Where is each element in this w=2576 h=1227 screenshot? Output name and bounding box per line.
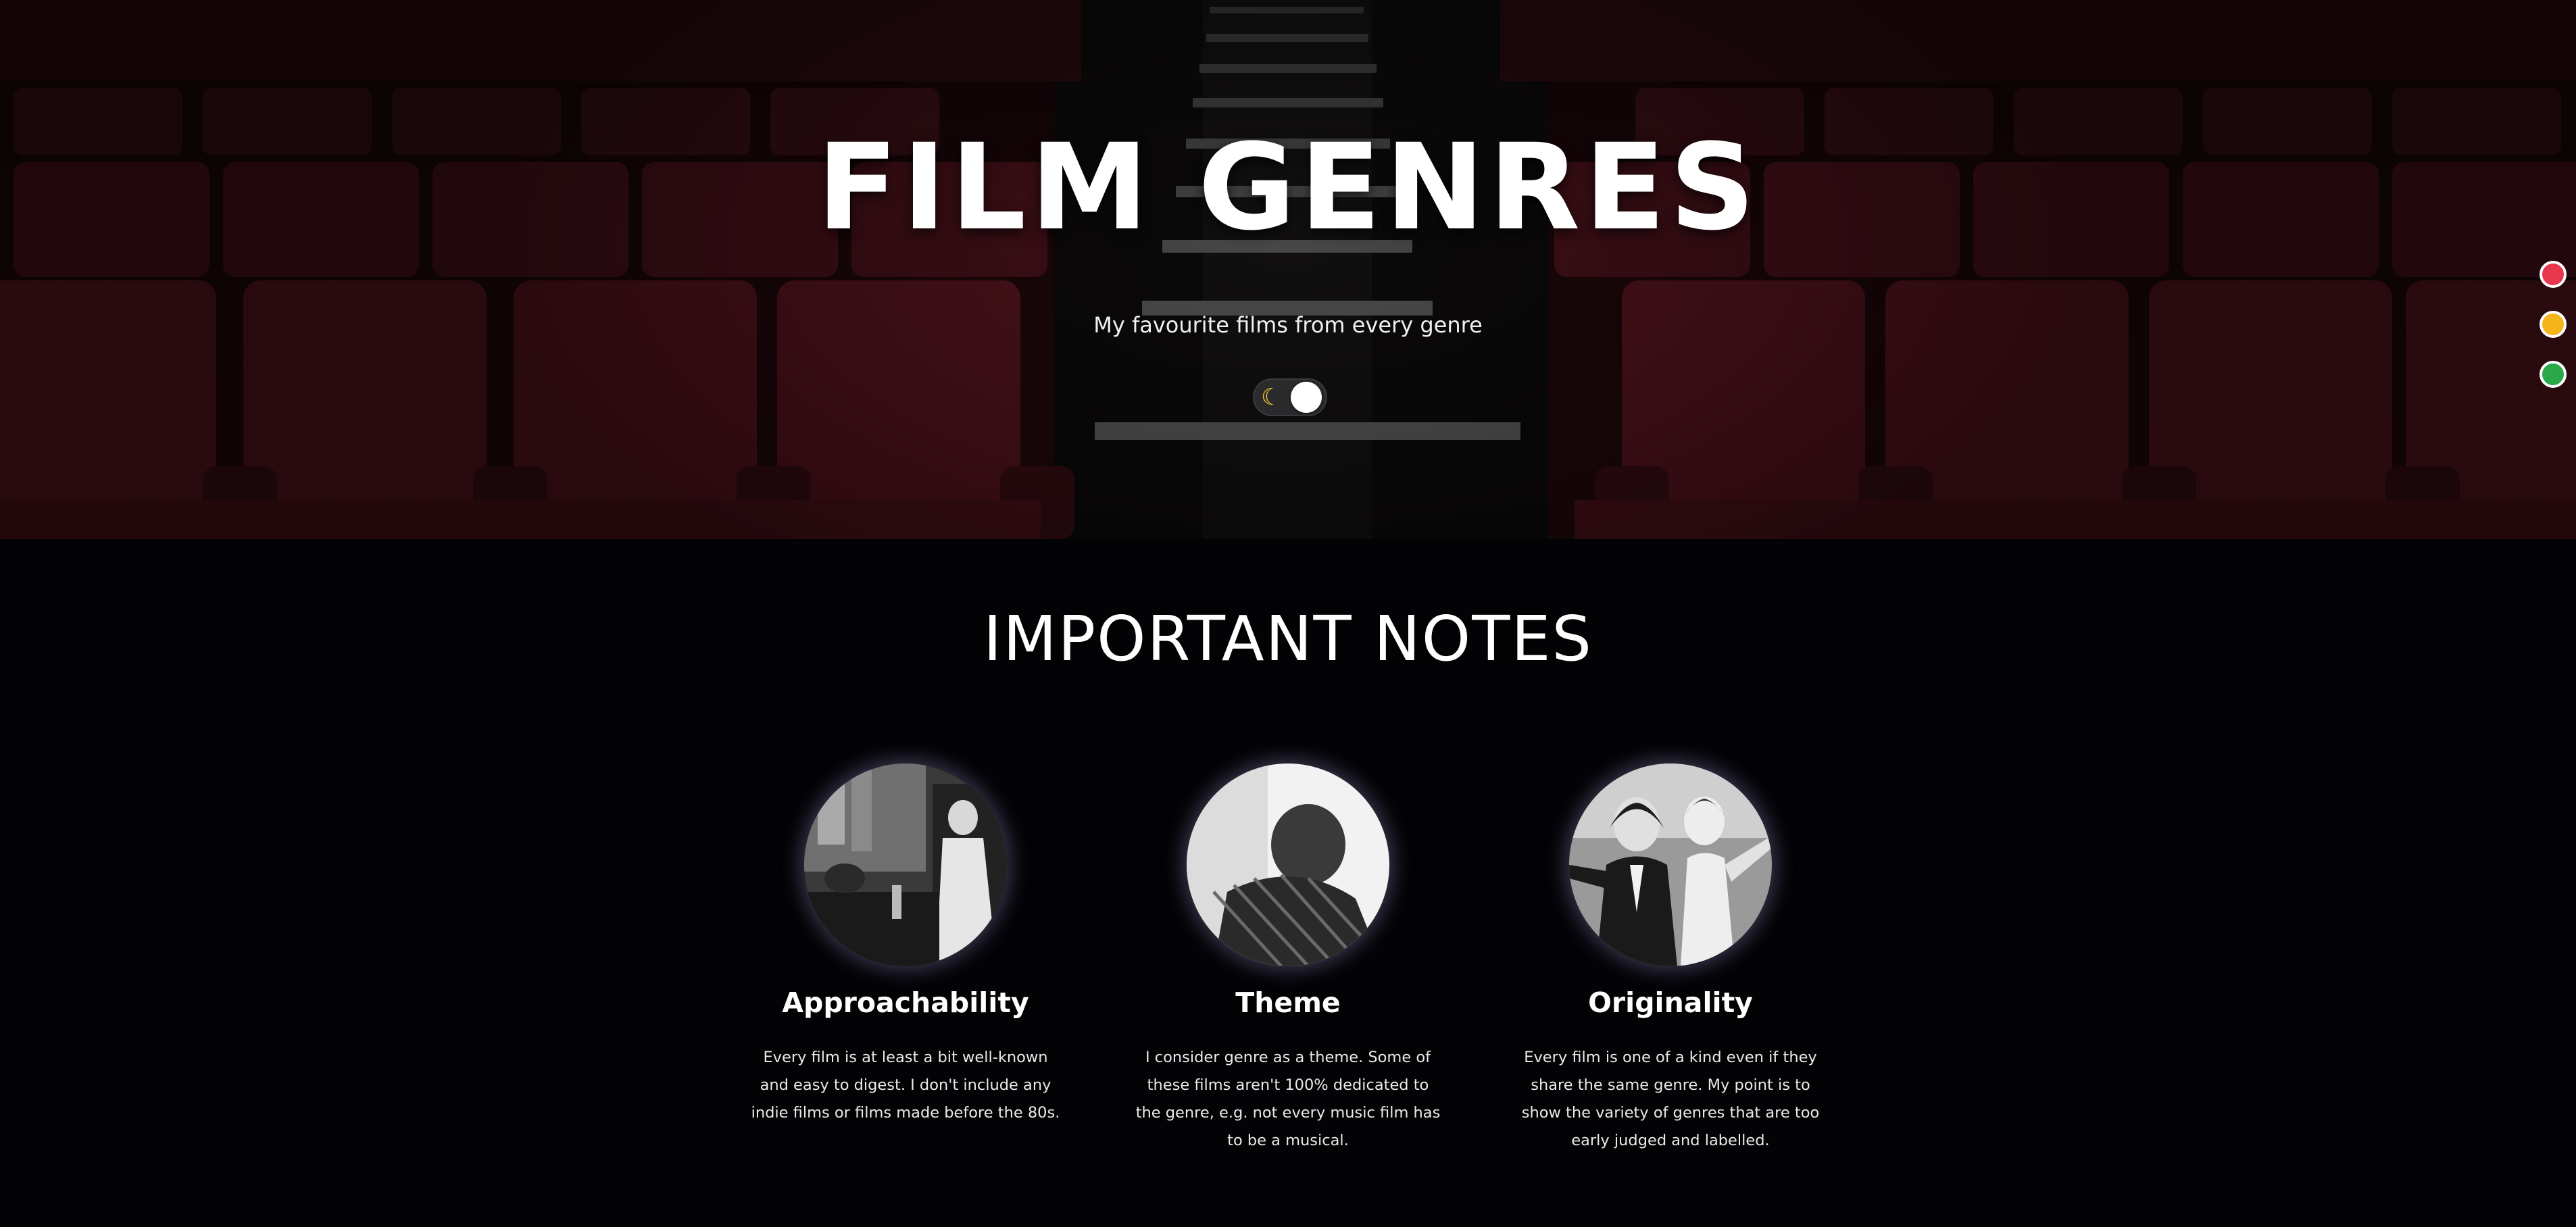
hero-title: FILM GENRES <box>816 118 1760 257</box>
hero-subtitle: My favourite films from every genre <box>1093 312 1483 338</box>
moon-icon: ☾ <box>1261 384 1282 411</box>
green-dot[interactable] <box>2540 361 2567 388</box>
note-card-theme: Theme I consider genre as a theme. Some … <box>1126 763 1450 1155</box>
note-heading: Originality <box>1588 986 1753 1019</box>
red-dot[interactable] <box>2540 261 2567 288</box>
yellow-dot[interactable] <box>2540 311 2567 338</box>
note-heading: Approachability <box>782 986 1029 1019</box>
note-text: I consider genre as a theme. Some of the… <box>1135 1049 1441 1150</box>
toggle-knob <box>1291 382 1322 413</box>
hero-section: FILM GENRES My favourite films from ever… <box>0 0 2576 539</box>
note-image-approachability <box>804 763 1007 966</box>
hero-overlay <box>0 0 2576 539</box>
note-heading: Theme <box>1235 986 1341 1019</box>
side-nav-dots <box>2540 261 2569 411</box>
note-card-originality: Originality Every film is one of a kind … <box>1508 763 1833 1155</box>
note-text: Every film is one of a kind even if they… <box>1521 1049 1820 1150</box>
note-text: Every film is at least a bit well-known … <box>751 1049 1060 1122</box>
notes-title: IMPORTANT NOTES <box>983 603 1593 675</box>
page: FILM GENRES My favourite films from ever… <box>0 0 2576 1227</box>
theme-toggle[interactable]: ☾ <box>1253 378 1327 416</box>
note-card-approachability: Approachability Every film is at least a… <box>743 763 1068 1127</box>
note-image-theme <box>1187 763 1389 966</box>
note-image-originality <box>1569 763 1772 966</box>
